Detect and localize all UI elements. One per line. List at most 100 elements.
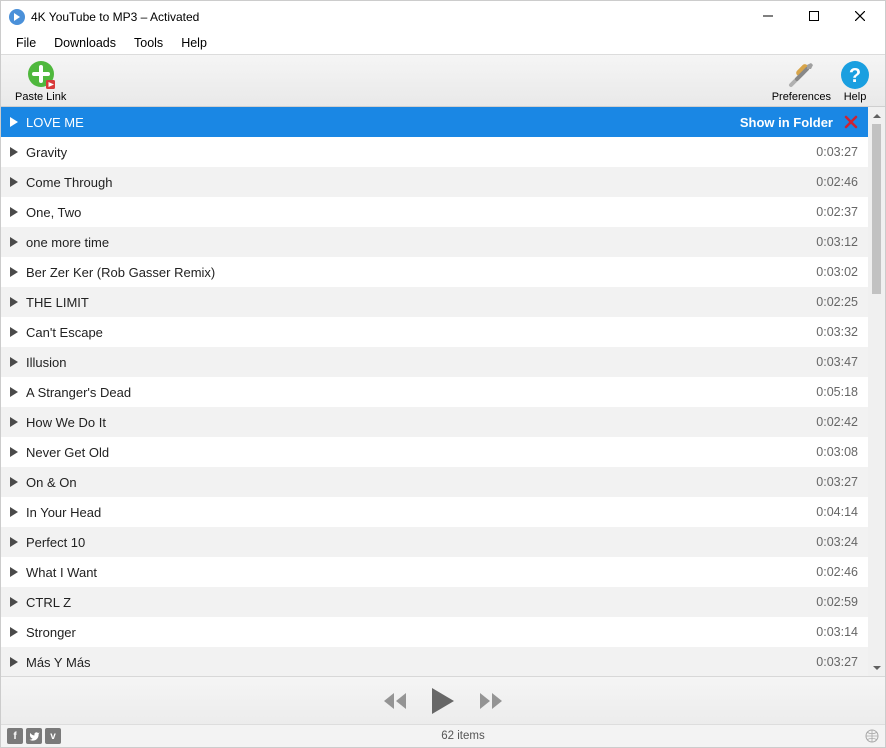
play-icon xyxy=(7,177,21,187)
maximize-button[interactable] xyxy=(791,1,837,31)
track-title: Illusion xyxy=(24,355,813,370)
track-row-selected[interactable]: LOVE ME Show in Folder xyxy=(1,107,868,137)
track-title: Can't Escape xyxy=(24,325,813,340)
menu-downloads[interactable]: Downloads xyxy=(45,34,125,52)
titlebar: 4K YouTube to MP3 – Activated xyxy=(1,1,885,32)
menu-file[interactable]: File xyxy=(7,34,45,52)
track-title: On & On xyxy=(24,475,813,490)
track-duration: 0:02:59 xyxy=(816,595,858,609)
track-list-area: LOVE ME Show in Folder Gravity0:03:27Com… xyxy=(1,107,885,676)
vimeo-icon[interactable]: v xyxy=(45,728,61,744)
track-title: THE LIMIT xyxy=(24,295,813,310)
track-duration: 0:03:24 xyxy=(816,535,858,549)
player-controls xyxy=(1,676,885,724)
toolbar: Paste Link Preferences ? Help xyxy=(1,54,885,107)
track-row[interactable]: Illusion0:03:47 xyxy=(1,347,868,377)
next-button[interactable] xyxy=(478,691,504,711)
help-button[interactable]: ? Help xyxy=(835,57,875,105)
play-icon xyxy=(7,297,21,307)
play-icon xyxy=(7,627,21,637)
preferences-label: Preferences xyxy=(772,91,831,103)
track-row[interactable]: CTRL Z0:02:59 xyxy=(1,587,868,617)
track-row[interactable]: Perfect 100:03:24 xyxy=(1,527,868,557)
track-duration: 0:03:27 xyxy=(816,475,858,489)
track-duration: 0:03:32 xyxy=(816,325,858,339)
track-row[interactable]: How We Do It0:02:42 xyxy=(1,407,868,437)
play-icon xyxy=(7,537,21,547)
track-row[interactable]: Ber Zer Ker (Rob Gasser Remix)0:03:02 xyxy=(1,257,868,287)
play-icon xyxy=(7,657,21,667)
menu-tools[interactable]: Tools xyxy=(125,34,172,52)
globe-icon[interactable] xyxy=(865,729,879,743)
track-title: Gravity xyxy=(24,145,813,160)
play-icon xyxy=(7,387,21,397)
scroll-thumb[interactable] xyxy=(872,124,881,294)
track-duration: 0:03:47 xyxy=(816,355,858,369)
menubar: File Downloads Tools Help xyxy=(1,32,885,54)
track-duration: 0:03:14 xyxy=(816,625,858,639)
track-row[interactable]: What I Want0:02:46 xyxy=(1,557,868,587)
window-controls xyxy=(745,1,883,32)
track-row[interactable]: Gravity0:03:27 xyxy=(1,137,868,167)
play-icon xyxy=(7,147,21,157)
app-icon xyxy=(9,9,25,25)
track-title: LOVE ME xyxy=(24,115,737,130)
track-row[interactable]: Come Through0:02:46 xyxy=(1,167,868,197)
help-icon: ? xyxy=(839,59,871,91)
play-icon xyxy=(7,507,21,517)
track-duration: 0:03:27 xyxy=(816,145,858,159)
play-icon xyxy=(7,417,21,427)
track-title: Come Through xyxy=(24,175,813,190)
svg-text:?: ? xyxy=(849,65,861,87)
track-title: one more time xyxy=(24,235,813,250)
track-title: Más Y Más xyxy=(24,655,813,670)
play-icon xyxy=(7,237,21,247)
track-duration: 0:02:42 xyxy=(816,415,858,429)
play-icon xyxy=(7,477,21,487)
track-row[interactable]: A Stranger's Dead0:05:18 xyxy=(1,377,868,407)
track-row[interactable]: THE LIMIT0:02:25 xyxy=(1,287,868,317)
twitter-icon[interactable] xyxy=(26,728,42,744)
menu-help[interactable]: Help xyxy=(172,34,216,52)
track-duration: 0:03:08 xyxy=(816,445,858,459)
track-title: One, Two xyxy=(24,205,813,220)
preferences-button[interactable]: Preferences xyxy=(768,57,835,105)
track-title: What I Want xyxy=(24,565,813,580)
play-icon xyxy=(7,447,21,457)
play-button[interactable] xyxy=(430,686,456,716)
track-duration: 0:02:46 xyxy=(816,565,858,579)
track-title: Never Get Old xyxy=(24,445,813,460)
statusbar: f v 62 items xyxy=(1,724,885,747)
track-row[interactable]: In Your Head0:04:14 xyxy=(1,497,868,527)
track-row[interactable]: Stronger0:03:14 xyxy=(1,617,868,647)
close-button[interactable] xyxy=(837,1,883,31)
facebook-icon[interactable]: f xyxy=(7,728,23,744)
help-label: Help xyxy=(844,91,867,103)
track-row[interactable]: Can't Escape0:03:32 xyxy=(1,317,868,347)
track-row[interactable]: On & On0:03:27 xyxy=(1,467,868,497)
play-icon xyxy=(7,327,21,337)
delete-icon[interactable] xyxy=(844,115,858,129)
scroll-down-button[interactable] xyxy=(868,659,885,676)
track-title: A Stranger's Dead xyxy=(24,385,813,400)
scrollbar[interactable] xyxy=(868,107,885,676)
previous-button[interactable] xyxy=(382,691,408,711)
show-in-folder-link[interactable]: Show in Folder xyxy=(740,115,833,130)
track-duration: 0:03:02 xyxy=(816,265,858,279)
track-duration: 0:05:18 xyxy=(816,385,858,399)
minimize-button[interactable] xyxy=(745,1,791,31)
track-list[interactable]: LOVE ME Show in Folder Gravity0:03:27Com… xyxy=(1,107,868,676)
play-icon xyxy=(7,357,21,367)
track-duration: 0:02:25 xyxy=(816,295,858,309)
track-row[interactable]: Más Y Más0:03:27 xyxy=(1,647,868,676)
track-duration: 0:02:46 xyxy=(816,175,858,189)
status-count: 62 items xyxy=(61,730,865,742)
track-row[interactable]: Never Get Old0:03:08 xyxy=(1,437,868,467)
play-icon xyxy=(7,207,21,217)
preferences-icon xyxy=(785,59,817,91)
paste-link-button[interactable]: Paste Link xyxy=(11,57,70,105)
paste-link-label: Paste Link xyxy=(15,91,66,103)
track-row[interactable]: one more time0:03:12 xyxy=(1,227,868,257)
scroll-up-button[interactable] xyxy=(868,107,885,124)
track-row[interactable]: One, Two0:02:37 xyxy=(1,197,868,227)
